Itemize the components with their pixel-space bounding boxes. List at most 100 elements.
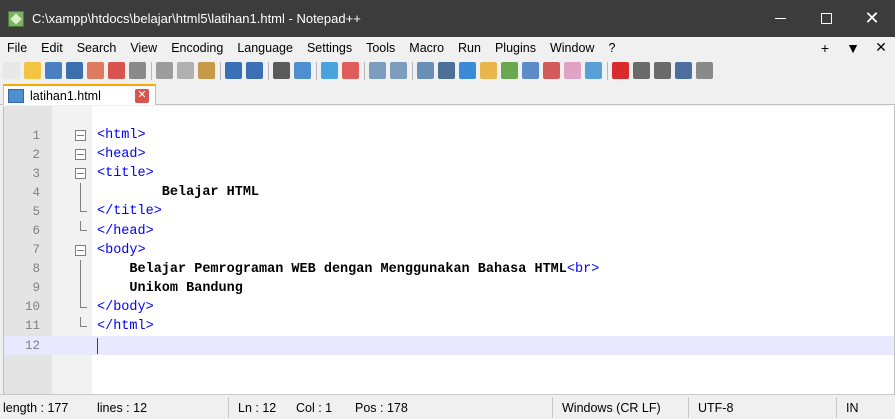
menu-help[interactable]: ? [601, 41, 622, 55]
function-list-icon[interactable] [522, 62, 539, 79]
code-line[interactable]: 12 [4, 336, 894, 356]
html-tag: <head> [97, 147, 146, 163]
tab-close-button[interactable]: ✕ [135, 88, 149, 103]
zoom-in-icon[interactable] [321, 62, 338, 79]
maximize-button[interactable] [803, 0, 849, 37]
status-insert-mode[interactable]: IN [846, 395, 859, 419]
code-line[interactable]: 1 <html> [4, 126, 894, 145]
undo-icon[interactable] [225, 62, 242, 79]
cut-icon[interactable] [156, 62, 173, 79]
menu-bar: File Edit Search View Encoding Language … [0, 37, 895, 58]
menu-view[interactable]: View [123, 41, 164, 55]
indent-guide-icon[interactable] [459, 62, 476, 79]
code-line[interactable]: 3 <title> [4, 164, 894, 183]
close-icon[interactable] [87, 62, 104, 79]
text-content: Belajar Pemrograman WEB dengan Menggunak… [97, 261, 567, 277]
stop-record-icon[interactable] [633, 62, 650, 79]
toolbar-separator [220, 61, 221, 80]
find-icon[interactable] [273, 62, 290, 79]
replace-icon[interactable] [294, 62, 311, 79]
code-line[interactable]: 8 Belajar Pemrograman WEB dengan Menggun… [4, 259, 894, 279]
code-line[interactable]: 6 </head> [4, 221, 894, 240]
html-tag: </html> [97, 318, 154, 334]
menu-macro[interactable]: Macro [402, 41, 451, 55]
menu-search[interactable]: Search [70, 41, 124, 55]
menu-settings[interactable]: Settings [300, 41, 359, 55]
line-number: 2 [32, 147, 40, 162]
playback-macro-icon[interactable] [654, 62, 671, 79]
status-divider [836, 397, 837, 418]
new-file-icon[interactable] [3, 62, 20, 79]
status-bar: length : 177 lines : 12 Ln : 12 Col : 1 … [0, 394, 895, 419]
copy-icon[interactable] [177, 62, 194, 79]
paste-icon[interactable] [198, 62, 215, 79]
html-tag: <body> [97, 242, 146, 258]
toolbar-separator [607, 61, 608, 80]
menu-window[interactable]: Window [543, 41, 601, 55]
menu-file[interactable]: File [0, 41, 34, 55]
show-all-characters-icon[interactable] [438, 62, 455, 79]
notepadpp-icon[interactable] [8, 10, 24, 27]
code-line[interactable]: 5 </title> [4, 202, 894, 221]
code-line[interactable]: 7 <body> [4, 241, 894, 260]
status-divider [228, 397, 229, 418]
code-text: </title> [97, 204, 162, 219]
redo-icon[interactable] [246, 62, 263, 79]
fold-toggle-icon[interactable] [75, 244, 86, 256]
close-document-button[interactable]: ✕ [867, 39, 895, 56]
status-eol[interactable]: Windows (CR LF) [562, 395, 661, 419]
save-icon[interactable] [45, 62, 62, 79]
editor[interactable]: 1 <html> 2 <head> 3 <title> 4 Belajar HTML 5 </t… [3, 106, 895, 394]
minimize-button[interactable] [757, 0, 803, 37]
code-line[interactable]: 10 </body> [4, 297, 894, 317]
open-file-icon[interactable] [24, 62, 41, 79]
eye-icon[interactable] [585, 62, 602, 79]
text-caret [97, 337, 98, 354]
status-col: Col : 1 [296, 400, 333, 415]
fold-toggle-icon[interactable] [75, 168, 86, 180]
menu-tools[interactable]: Tools [359, 41, 402, 55]
status-ln: Ln : 12 [238, 400, 277, 415]
html-tag: <br> [566, 261, 600, 277]
code-lines: 1 <html> 2 <head> 3 <title> 4 Belajar HTML 5 </t… [4, 126, 894, 356]
close-window-button[interactable]: ✕ [849, 0, 895, 37]
code-line[interactable]: 11 </html> [4, 316, 894, 336]
menu-encoding[interactable]: Encoding [164, 41, 230, 55]
window-title: C:\xampp\htdocs\belajar\html5\latihan1.h… [32, 11, 361, 26]
menu-language[interactable]: Language [230, 41, 300, 55]
html-tag: <html> [97, 128, 146, 144]
tab-latihan1[interactable]: latihan1.html ✕ [3, 84, 156, 105]
code-line[interactable]: 4 Belajar HTML [4, 183, 894, 203]
save-macro-icon[interactable] [696, 62, 713, 79]
new-tab-button[interactable]: + [811, 40, 839, 56]
close-all-icon[interactable] [108, 62, 125, 79]
folder-workspace-icon[interactable] [543, 62, 560, 79]
word-wrap-icon[interactable] [417, 62, 434, 79]
sync-horizontal-icon[interactable] [390, 62, 407, 79]
code-line[interactable]: 2 <head> [4, 145, 894, 164]
language-define-icon[interactable] [480, 62, 497, 79]
document-map-icon[interactable] [501, 62, 518, 79]
menu-edit[interactable]: Edit [34, 41, 70, 55]
monitoring-icon[interactable] [564, 62, 581, 79]
zoom-out-icon[interactable] [342, 62, 359, 79]
run-macro-multiple-icon[interactable] [675, 62, 692, 79]
record-macro-icon[interactable] [612, 62, 629, 79]
toolbar-separator [364, 61, 365, 80]
code-line[interactable]: 9 Unikom Bandung [4, 278, 894, 298]
line-number: 12 [24, 338, 40, 353]
sync-vertical-icon[interactable] [369, 62, 386, 79]
line-number: 6 [32, 224, 40, 239]
code-text: <body> [97, 243, 146, 258]
menu-plugins[interactable]: Plugins [488, 41, 543, 55]
fold-toggle-icon[interactable] [75, 149, 86, 161]
fold-line [80, 259, 81, 279]
print-icon[interactable] [129, 62, 146, 79]
fold-toggle-icon[interactable] [75, 130, 86, 142]
tab-list-button[interactable]: ▼ [839, 40, 867, 56]
status-encoding[interactable]: UTF-8 [698, 395, 733, 419]
tab-bar: latihan1.html ✕ [0, 83, 895, 105]
save-all-icon[interactable] [66, 62, 83, 79]
line-number: 3 [32, 166, 40, 181]
menu-run[interactable]: Run [451, 41, 488, 55]
